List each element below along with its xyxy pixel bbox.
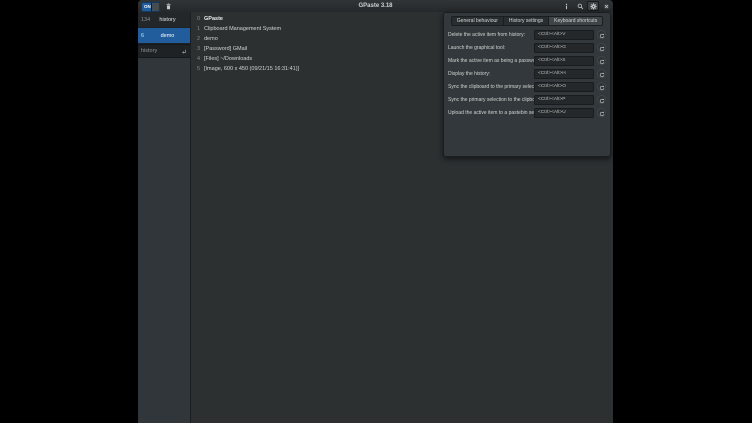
shortcut-row: Mark the active item as being a password… [444, 54, 610, 67]
shortcut-row: Upload the active item to a pastebin ser… [444, 106, 610, 119]
clipboard-item-text: Clipboard Management System [204, 26, 281, 32]
shortcut-value-field[interactable]: <Ctrl><Alt>U [534, 108, 594, 118]
shortcut-value-field[interactable]: <Ctrl><Alt>G [534, 43, 594, 53]
close-icon [603, 3, 610, 10]
clipboard-item-index: 3 [197, 46, 201, 52]
shortcut-reset-button[interactable] [597, 69, 606, 78]
tab-history-settings[interactable]: History settings [504, 16, 549, 26]
shortcut-label: Delete the active item from history: [448, 32, 534, 38]
tab-general-behaviour[interactable]: General behaviour [451, 16, 504, 26]
close-window-button[interactable] [601, 1, 611, 11]
history-item-name: demo [155, 33, 190, 39]
new-history-entry[interactable] [138, 44, 190, 58]
shortcut-row: Display the history:<Ctrl><Alt>H [444, 67, 610, 80]
shortcut-row: Delete the active item from history:<Ctr… [444, 28, 610, 41]
shortcut-value-field[interactable]: <Ctrl><Alt>S [534, 56, 594, 66]
enter-arrow-icon [181, 42, 187, 60]
history-item-name: history [155, 17, 190, 23]
shortcut-label: Upload the active item to a pastebin ser… [448, 110, 534, 116]
sidebar: 134history6demo [138, 12, 191, 423]
gear-icon [590, 3, 597, 10]
shortcut-reset-button[interactable] [597, 30, 606, 39]
sidebar-history-item[interactable]: 6demo [138, 28, 190, 44]
shortcut-reset-button[interactable] [597, 108, 606, 117]
shortcut-row: Sync the clipboard to the primary select… [444, 80, 610, 93]
clipboard-item-index: 4 [197, 56, 201, 62]
shortcut-reset-button[interactable] [597, 95, 606, 104]
reset-icon [599, 105, 605, 120]
empty-history-button[interactable] [162, 1, 174, 11]
about-button[interactable] [560, 1, 572, 11]
shortcut-label: Display the history: [448, 71, 534, 77]
gpaste-window: ON GPaste 3.18 [138, 0, 613, 423]
settings-panel: General behaviourHistory settingsKeyboar… [443, 12, 611, 157]
clipboard-item-index: 1 [197, 26, 201, 32]
history-item-count: 134 [138, 17, 155, 23]
info-icon [563, 3, 570, 10]
clipboard-item-index: 0 [197, 16, 201, 22]
tracking-switch-label: ON [144, 4, 151, 9]
sidebar-history-list: 134history6demo [138, 12, 190, 44]
tracking-switch-knob [151, 3, 159, 11]
shortcut-reset-button[interactable] [597, 82, 606, 91]
shortcut-row: Sync the primary selection to the clipbo… [444, 93, 610, 106]
clipboard-item-text: [Password] GMail [204, 46, 247, 52]
shortcut-value-field[interactable]: <Ctrl><Alt>O [534, 82, 594, 92]
shortcut-reset-button[interactable] [597, 56, 606, 65]
clipboard-item-index: 2 [197, 36, 201, 42]
clipboard-item-text: [Image, 600 x 450 (09/21/15 16:31:41)] [204, 66, 299, 72]
shortcut-label: Launch the graphical tool: [448, 45, 534, 51]
history-item-count: 6 [138, 33, 155, 39]
shortcut-label: Mark the active item as being a password… [448, 58, 534, 64]
shortcut-label: Sync the clipboard to the primary select… [448, 84, 534, 90]
shortcut-value-field[interactable]: <Ctrl><Alt>V [534, 30, 594, 40]
window-title: GPaste 3.18 [138, 3, 613, 9]
shortcut-value-field[interactable]: <Ctrl><Alt>H [534, 69, 594, 79]
settings-button[interactable] [587, 1, 599, 11]
clipboard-item-text: demo [204, 36, 218, 42]
search-icon [577, 3, 584, 10]
shortcut-value-field[interactable]: <Ctrl><Alt>P [534, 95, 594, 105]
new-history-input[interactable] [141, 48, 181, 54]
search-button[interactable] [574, 1, 586, 11]
settings-tabs: General behaviourHistory settingsKeyboar… [444, 16, 610, 26]
clipboard-item-text: GPaste [204, 16, 223, 22]
shortcut-reset-button[interactable] [597, 43, 606, 52]
clipboard-item-text: [Files] ~/Downloads [204, 56, 252, 62]
tab-keyboard-shortcuts[interactable]: Keyboard shortcuts [549, 16, 603, 26]
trash-icon [165, 3, 172, 10]
shortcut-rows: Delete the active item from history:<Ctr… [444, 28, 610, 119]
clipboard-item-index: 5 [197, 66, 201, 72]
shortcut-label: Sync the primary selection to the clipbo… [448, 97, 534, 103]
tracking-switch[interactable]: ON [141, 2, 160, 12]
shortcut-row: Launch the graphical tool:<Ctrl><Alt>G [444, 41, 610, 54]
sidebar-history-item[interactable]: 134history [138, 12, 190, 28]
